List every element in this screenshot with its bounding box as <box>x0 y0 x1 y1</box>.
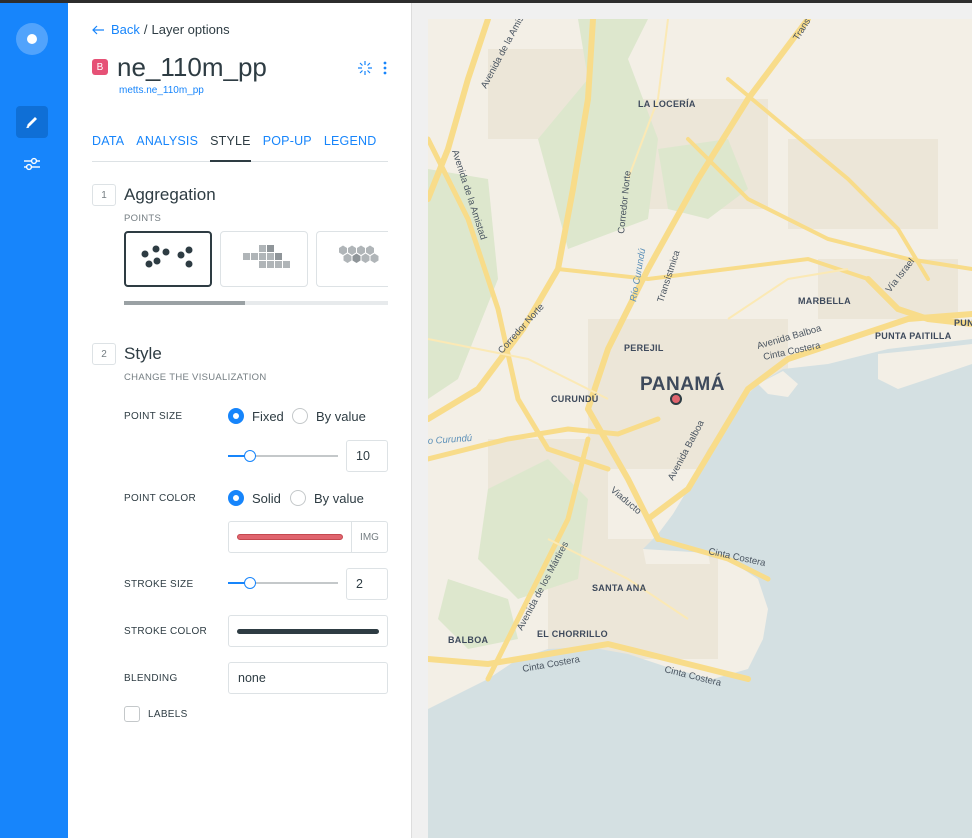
back-label: Back <box>111 22 140 37</box>
stroke-size-slider[interactable] <box>228 577 338 589</box>
point-size-fixed-label: Fixed <box>252 408 284 424</box>
aggregation-scrollbar[interactable] <box>124 301 388 305</box>
point-size-input[interactable]: 10 <box>346 440 388 472</box>
place-label-santa-ana: SANTA ANA <box>592 583 647 593</box>
tab-analysis[interactable]: ANALYSIS <box>136 129 198 162</box>
basemap[interactable]: LA LOCERÍA MARBELLA PUNTA PAITILLA PUN P… <box>428 19 972 838</box>
map-data-point[interactable] <box>670 393 682 405</box>
arrow-left-icon <box>92 25 104 34</box>
more-options-icon[interactable] <box>382 60 388 76</box>
aggregation-step-number: 1 <box>92 184 116 206</box>
point-color-picker[interactable]: IMG <box>228 521 388 553</box>
aggregation-scrollbar-thumb[interactable] <box>124 301 245 305</box>
aggregation-title: Aggregation <box>124 185 216 204</box>
breadcrumb-separator: / <box>143 22 148 37</box>
radio-dot <box>228 408 244 424</box>
layer-options-panel: Back / Layer options B ne_110m_pp metts.… <box>68 3 412 838</box>
style-subtitle: CHANGE THE VISUALIZATION <box>124 372 267 383</box>
style-title: Style <box>124 344 162 363</box>
tab-data[interactable]: DATA <box>92 129 124 162</box>
point-image-button[interactable]: IMG <box>351 522 387 552</box>
edit-layers-button[interactable] <box>16 106 48 138</box>
layer-source-link[interactable]: metts.ne_110m_pp <box>119 85 204 96</box>
layer-name[interactable]: ne_110m_pp <box>117 52 267 83</box>
breadcrumb-current: Layer options <box>151 22 230 37</box>
aggregation-option-hexabins[interactable] <box>316 231 388 287</box>
points-aggregation-icon <box>141 245 193 268</box>
point-size-fixed-radio[interactable]: Fixed <box>228 408 284 424</box>
place-label-marbella: MARBELLA <box>798 296 851 306</box>
point-color-swatch[interactable] <box>237 534 343 540</box>
radio-dot <box>292 408 308 424</box>
stroke-color-picker[interactable] <box>228 615 388 647</box>
point-size-by-value-radio[interactable]: By value <box>292 408 366 424</box>
point-size-slider[interactable] <box>228 450 338 462</box>
place-label-el-chorrillo: EL CHORRILLO <box>537 629 608 639</box>
point-color-by-value-label: By value <box>314 490 364 506</box>
place-label-balboa: BALBOA <box>448 635 488 645</box>
point-color-label: POINT COLOR <box>124 493 197 504</box>
squares-aggregation-icon <box>243 245 290 268</box>
aggregation-subtitle: POINTS <box>124 213 162 224</box>
radio-dot <box>290 490 306 506</box>
point-color-by-value-radio[interactable]: By value <box>290 490 364 506</box>
back-link[interactable]: Back <box>92 22 140 37</box>
point-color-solid-label: Solid <box>252 490 281 506</box>
layer-badge: B <box>92 59 108 75</box>
place-label-perejil: PEREJIL <box>624 343 664 353</box>
point-size-label: POINT SIZE <box>124 411 183 422</box>
city-label-panama: PANAMÁ <box>640 373 725 395</box>
place-label-pun: PUN <box>954 318 972 328</box>
blending-label: BLENDING <box>124 673 178 684</box>
map-settings-button[interactable] <box>16 148 48 180</box>
sliders-icon <box>24 157 40 171</box>
map-view[interactable]: LA LOCERÍA MARBELLA PUNTA PAITILLA PUN P… <box>428 19 972 838</box>
layer-header: B ne_110m_pp <box>92 49 388 85</box>
labels-checkbox[interactable] <box>124 706 140 722</box>
blending-select[interactable]: none <box>228 662 388 694</box>
tab-pop-up[interactable]: POP-UP <box>263 129 312 162</box>
point-size-by-value-label: By value <box>316 408 366 424</box>
hexabins-aggregation-icon <box>339 245 379 263</box>
place-label-punta-paitilla: PUNTA PAITILLA <box>875 331 952 341</box>
point-color-solid-radio[interactable]: Solid <box>228 490 281 506</box>
pencil-icon <box>26 117 37 129</box>
radio-dot <box>228 490 244 506</box>
stroke-color-swatch[interactable] <box>237 629 379 634</box>
aggregation-option-points[interactable] <box>124 231 212 287</box>
breadcrumb: Back / Layer options <box>92 22 230 37</box>
left-nav <box>0 3 68 838</box>
tab-style[interactable]: STYLE <box>210 129 251 162</box>
aggregation-option-squares[interactable] <box>220 231 308 287</box>
layer-tabs: DATA ANALYSIS STYLE POP-UP LEGEND <box>92 129 388 162</box>
tab-legend[interactable]: LEGEND <box>324 129 377 162</box>
place-label-la-loceria: LA LOCERÍA <box>638 99 696 109</box>
labels-label: LABELS <box>148 709 188 720</box>
slider-thumb[interactable] <box>244 450 256 462</box>
stroke-size-input[interactable]: 2 <box>346 568 388 600</box>
layer-actions <box>356 59 388 77</box>
slider-thumb[interactable] <box>244 577 256 589</box>
carto-logo-icon[interactable] <box>16 23 48 55</box>
stroke-size-label: STROKE SIZE <box>124 579 194 590</box>
style-step-number: 2 <box>92 343 116 365</box>
stroke-color-label: STROKE COLOR <box>124 626 208 637</box>
place-label-curundu: CURUNDÚ <box>551 393 599 404</box>
sparkle-icon[interactable] <box>356 59 374 77</box>
